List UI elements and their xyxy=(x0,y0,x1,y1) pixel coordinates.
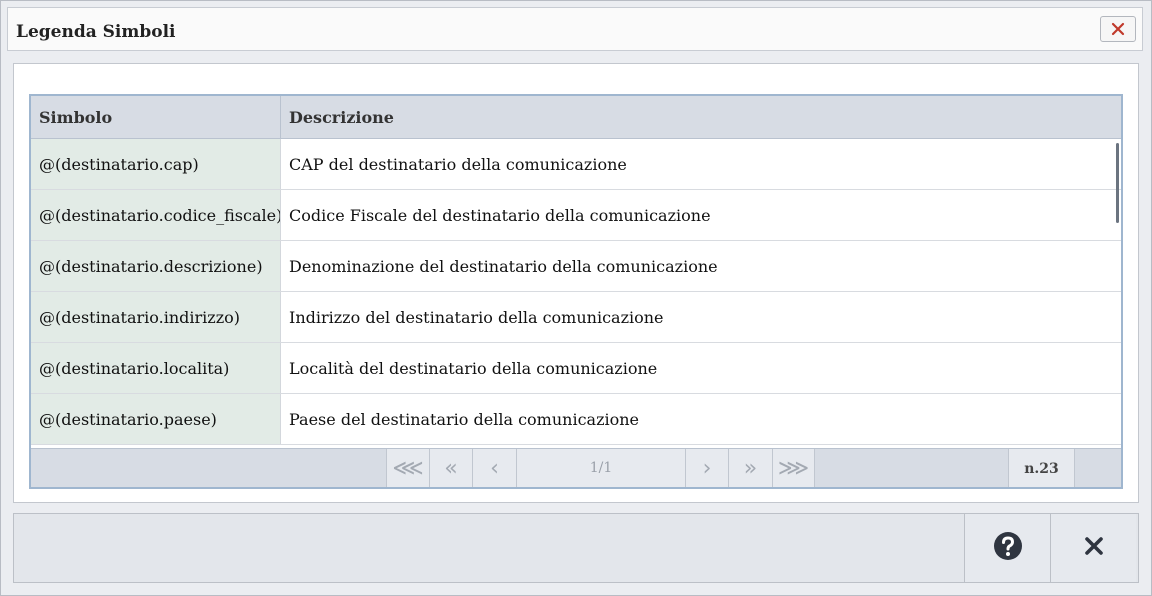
next-page-button[interactable]: › xyxy=(685,449,728,487)
table-row[interactable]: @(destinatario.codice_fiscale) Codice Fi… xyxy=(31,190,1121,241)
title-close-button[interactable] xyxy=(1100,16,1136,42)
last-page-button[interactable]: ⋙ xyxy=(772,449,815,487)
double-chevron-left-icon: « xyxy=(444,455,458,481)
table-row[interactable]: @(destinatario.indirizzo) Indirizzo del … xyxy=(31,292,1121,343)
legend-dialog: Legenda Simboli Simbolo Descrizione @(de… xyxy=(0,0,1152,596)
first-page-button[interactable]: ⋘ xyxy=(386,449,429,487)
grid-rows: @(destinatario.cap) CAP del destinatario… xyxy=(31,139,1121,448)
dialog-title: Legenda Simboli xyxy=(16,22,176,42)
description-cell: Paese del destinatario della comunicazio… xyxy=(281,394,1121,444)
help-icon xyxy=(993,531,1023,565)
symbol-cell: @(destinatario.paese) xyxy=(31,394,281,444)
chevron-right-icon: › xyxy=(702,455,712,481)
symbol-cell: @(destinatario.localita) xyxy=(31,343,281,393)
symbol-cell: @(destinatario.descrizione) xyxy=(31,241,281,291)
column-header-simbolo[interactable]: Simbolo xyxy=(31,96,281,139)
title-bar: Legenda Simboli xyxy=(7,7,1143,51)
record-count: n.23 xyxy=(1008,449,1075,487)
prev-block-button[interactable]: « xyxy=(429,449,472,487)
pager-bar: ⋘ « ‹ 1/1 › » ⋙ n.23 xyxy=(31,448,1121,487)
close-icon xyxy=(1084,536,1104,560)
grid-header: Simbolo Descrizione xyxy=(31,96,1121,139)
prev-page-button[interactable]: ‹ xyxy=(472,449,516,487)
chevron-left-icon: ‹ xyxy=(490,455,499,481)
table-row[interactable]: @(destinatario.descrizione) Denominazion… xyxy=(31,241,1121,292)
symbol-cell: @(destinatario.indirizzo) xyxy=(31,292,281,342)
description-cell: Codice Fiscale del destinatario della co… xyxy=(281,190,1121,240)
symbols-grid: Simbolo Descrizione @(destinatario.cap) … xyxy=(29,94,1123,489)
table-row[interactable]: @(destinatario.paese) Paese del destinat… xyxy=(31,394,1121,445)
symbol-cell: @(destinatario.cap) xyxy=(31,139,281,189)
description-cell: Indirizzo del destinatario della comunic… xyxy=(281,292,1121,342)
vertical-scrollbar-thumb[interactable] xyxy=(1116,143,1119,223)
double-chevron-right-end-icon: ⋙ xyxy=(777,455,810,481)
column-header-descrizione[interactable]: Descrizione xyxy=(281,96,1121,139)
footer-toolbar xyxy=(13,513,1139,583)
symbol-cell: @(destinatario.codice_fiscale) xyxy=(31,190,281,240)
help-button[interactable] xyxy=(964,514,1050,582)
table-row[interactable]: @(destinatario.localita) Località del de… xyxy=(31,343,1121,394)
description-cell: Denominazione del destinatario della com… xyxy=(281,241,1121,291)
table-row[interactable]: @(destinatario.cap) CAP del destinatario… xyxy=(31,139,1121,190)
double-chevron-left-end-icon: ⋘ xyxy=(392,455,424,481)
description-cell: Località del destinatario della comunica… xyxy=(281,343,1121,393)
close-button[interactable] xyxy=(1050,514,1136,582)
close-icon xyxy=(1111,22,1125,36)
page-info: 1/1 xyxy=(516,449,685,487)
double-chevron-right-icon: » xyxy=(743,455,758,481)
description-cell: CAP del destinatario della comunicazione xyxy=(281,139,1121,189)
next-block-button[interactable]: » xyxy=(728,449,772,487)
content-panel: Simbolo Descrizione @(destinatario.cap) … xyxy=(13,63,1139,503)
